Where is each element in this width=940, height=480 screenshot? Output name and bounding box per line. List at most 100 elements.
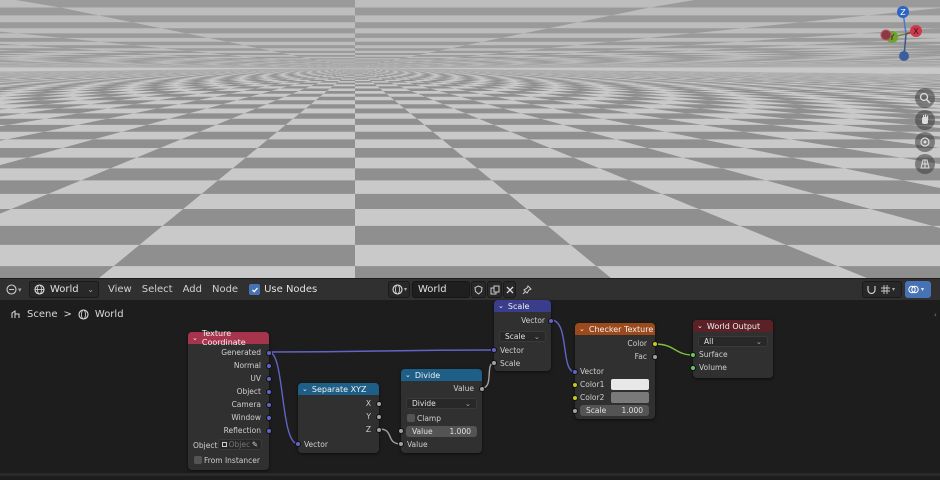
socket-window[interactable] [266,415,272,421]
output-window: Window [231,413,261,422]
shader-type-dropdown[interactable]: World ⌄ [29,281,99,298]
zoom-icon[interactable] [915,88,935,108]
output-camera: Camera [231,400,261,409]
scale-node[interactable]: ⌄ Scale Vector Scale ⌄ Vector Scale [491,300,554,371]
snapping-toggle[interactable]: ▾ [862,281,902,298]
collapse-chevron-icon[interactable]: ⌄ [498,302,504,310]
use-nodes-toggle[interactable]: Use Nodes [249,281,317,298]
socket-fac-out[interactable] [652,354,658,360]
texture-coordinate-node[interactable]: ⌄ Texture Coordinate Generated Normal UV… [188,329,272,470]
socket-color1-in[interactable] [572,382,578,388]
color2-swatch[interactable] [611,392,649,403]
scale-header[interactable]: ⌄ Scale [494,300,551,312]
menu-add[interactable]: Add [178,284,207,295]
overlay-icon [908,285,919,294]
grid-view-icon[interactable] [915,154,935,174]
socket-vector-in[interactable] [491,347,497,353]
divisor-value-field[interactable]: Value 1.000 [406,426,477,437]
socket-z[interactable] [376,427,382,433]
socket-scale-in[interactable] [491,360,497,366]
from-instancer-checkbox[interactable] [194,456,202,464]
menu-node[interactable]: Node [207,284,243,295]
pin-button[interactable] [520,281,534,298]
browse-world-button[interactable]: ▾ [388,281,410,298]
math-operation-dropdown[interactable]: Divide ⌄ [406,398,477,409]
socket-y[interactable] [376,414,382,420]
output-generated: Generated [221,348,261,357]
checker-texture-header[interactable]: ⌄ Checker Texture [575,323,655,335]
separate-xyz-header[interactable]: ⌄ Separate XYZ [298,383,379,395]
collapse-chevron-icon[interactable]: ⌄ [405,371,411,379]
world-icon [392,284,403,295]
socket-surface-in[interactable] [690,352,696,358]
socket-vector-out[interactable] [548,318,554,324]
menu-view[interactable]: View [103,284,137,295]
output-reflection: Reflection [223,426,261,435]
divide-node[interactable]: ⌄ Divide Value Divide ⌄ Clamp Value 1.00… [398,369,485,453]
3d-viewport[interactable]: Z X Y [0,0,940,278]
vector-operation-dropdown[interactable]: Scale ⌄ [499,331,546,342]
socket-reflection[interactable] [266,428,272,434]
socket-object[interactable] [266,389,272,395]
camera-view-icon[interactable] [915,132,935,152]
chevron-down-icon: ⌄ [755,337,762,346]
socket-generated[interactable] [266,350,272,356]
socket-x[interactable] [376,401,382,407]
unlink-button[interactable] [503,281,516,298]
output-color: Color [627,339,647,348]
duplicate-button[interactable] [487,281,502,298]
world-icon [34,284,45,295]
pan-hand-icon[interactable] [915,110,935,130]
socket-volume-in[interactable] [690,365,696,371]
world-output-node[interactable]: ⌄ World Output All ⌄ Surface Volume [690,320,773,378]
fake-user-button[interactable] [471,281,486,298]
overlays-toggle[interactable]: ▾ [905,281,931,298]
pin-icon [522,284,532,294]
world-output-header[interactable]: ⌄ World Output [693,320,773,332]
socket-scale-in[interactable] [572,408,578,414]
output-x: X [365,399,371,408]
chevron-down-icon: ⌄ [464,399,471,408]
eyedropper-icon[interactable]: ✎ [252,440,258,449]
output-target-dropdown[interactable]: All ⌄ [698,336,768,347]
socket-value-in[interactable] [398,441,404,447]
clamp-checkbox[interactable] [407,414,415,422]
socket-value-out[interactable] [479,386,485,392]
sidebar-toggle-icon[interactable]: ‹ [934,311,938,319]
input-vector: Vector [304,440,328,449]
divide-header[interactable]: ⌄ Divide [401,369,482,381]
socket-color2-in[interactable] [572,395,578,401]
world-icon [78,308,89,320]
input-value: Value [407,440,428,449]
socket-color-out[interactable] [652,341,658,347]
input-color2: Color2 [580,393,605,402]
navigation-gizmo[interactable]: Z X Y [876,4,936,64]
color1-swatch[interactable] [611,379,649,390]
collapse-chevron-icon[interactable]: ⌄ [579,325,585,333]
socket-vector-in[interactable] [295,441,301,447]
socket-divisor-in[interactable] [398,428,404,434]
input-volume: Volume [699,363,727,372]
shield-icon [474,284,483,295]
output-vector: Vector [521,316,545,325]
socket-vector-in[interactable] [572,369,578,375]
editor-type-button[interactable]: ▾ [4,281,26,298]
object-picker[interactable]: Objec ✎ [218,439,262,450]
checkbox-checked-icon[interactable] [249,284,261,295]
socket-uv[interactable] [266,376,272,382]
node-canvas[interactable]: ⌄ Texture Coordinate Generated Normal UV… [0,300,940,480]
object-label: Object: [193,441,220,450]
collapse-chevron-icon[interactable]: ⌄ [302,385,308,393]
collapse-chevron-icon[interactable]: ⌄ [697,322,703,330]
socket-normal[interactable] [266,363,272,369]
world-name-field[interactable]: World [412,281,470,298]
checker-scale-field[interactable]: Scale 1.000 [580,405,649,416]
horizontal-scrollbar[interactable] [0,473,940,476]
output-z: Z [365,425,371,434]
checker-texture-node[interactable]: ⌄ Checker Texture Color Fac Vector Color… [572,323,658,419]
collapse-chevron-icon[interactable]: ⌄ [192,334,198,342]
texture-coordinate-header[interactable]: ⌄ Texture Coordinate [188,329,269,347]
menu-select[interactable]: Select [137,284,178,295]
socket-camera[interactable] [266,402,272,408]
separate-xyz-node[interactable]: ⌄ Separate XYZ X Y Z Vector [295,383,382,453]
